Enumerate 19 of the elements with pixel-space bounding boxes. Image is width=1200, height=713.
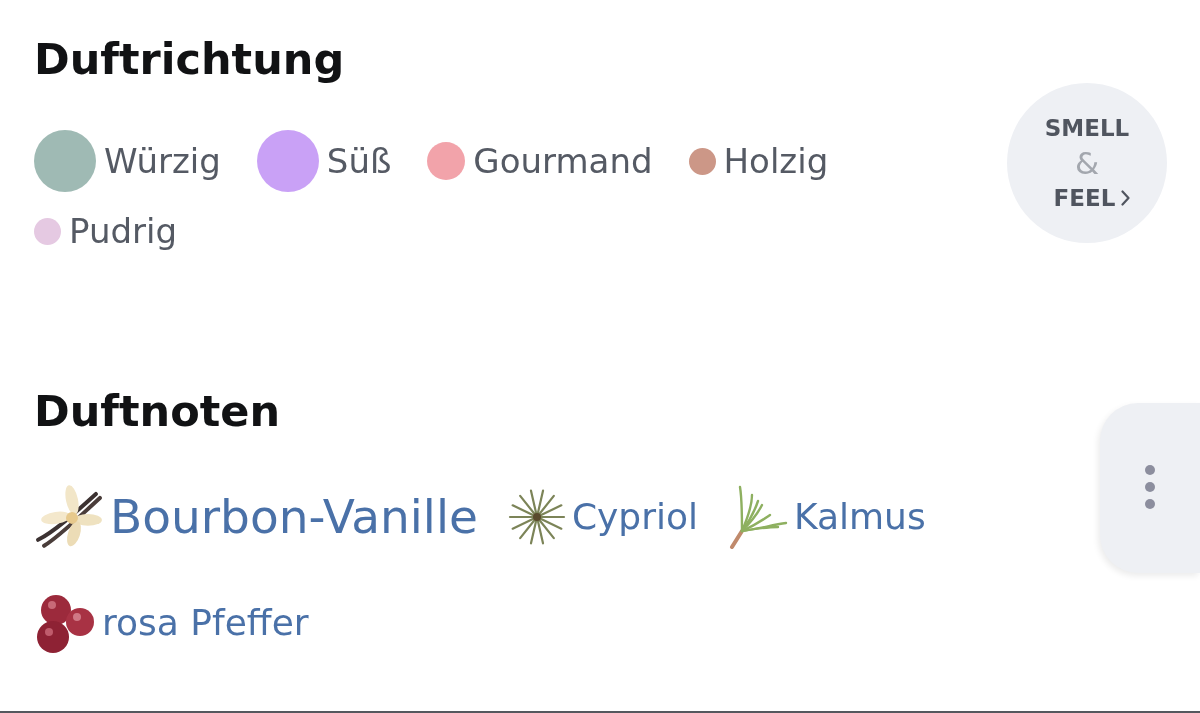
- grass-sprig-icon: [728, 485, 788, 549]
- scent-category-label: Gourmand: [473, 140, 653, 182]
- scent-category-label: Holzig: [723, 140, 829, 182]
- scent-note-link[interactable]: Kalmus: [728, 483, 926, 551]
- scent-note-link[interactable]: rosa Pfeffer: [34, 589, 309, 657]
- smell-feel-button[interactable]: SMELL & FEEL: [1007, 83, 1167, 243]
- more-vertical-icon: [1145, 465, 1155, 509]
- scent-category-label: Würzig: [104, 140, 221, 182]
- section-heading: Duftrichtung: [34, 33, 345, 86]
- chevron-right-icon: [1121, 190, 1131, 206]
- scent-category-label: Süß: [326, 140, 392, 182]
- starburst-plant-icon: [507, 488, 566, 546]
- berries-icon: [34, 592, 96, 654]
- vanilla-flower-icon: [34, 484, 104, 550]
- scent-category-label: Pudrig: [69, 210, 178, 252]
- section-heading: Duftnoten: [34, 385, 281, 438]
- scent-note-link[interactable]: Bourbon-Vanille: [34, 483, 478, 551]
- more-options-tab[interactable]: [1100, 403, 1200, 573]
- scent-note-link[interactable]: Cypriol: [507, 483, 698, 551]
